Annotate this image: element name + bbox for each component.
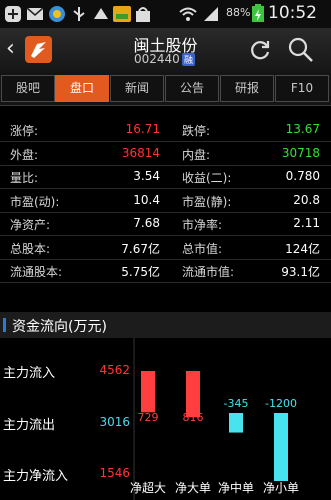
chart-value-label: 816 bbox=[183, 411, 204, 424]
shopping-bag-icon bbox=[136, 7, 150, 22]
quote-value: 93.1亿 bbox=[281, 265, 320, 279]
quote-value: 2.11 bbox=[293, 216, 320, 230]
chart-canvas: 729 净超大 816 净大单 -345 净中单 -1200 净小单 bbox=[130, 338, 299, 500]
tab-news[interactable]: 新闻 bbox=[110, 75, 164, 102]
chart-value-label: -1200 bbox=[265, 397, 297, 410]
quote-row: 总股本: 7.67亿 总市值: 124亿 bbox=[0, 236, 331, 260]
quote-row: 涨停: 16.71 跌停: 13.67 bbox=[0, 118, 331, 142]
add-icon bbox=[5, 6, 21, 22]
signal-icon bbox=[204, 7, 218, 21]
quote-value: 30718 bbox=[281, 145, 320, 160]
chart-bar bbox=[274, 413, 288, 481]
quote-label: 跌停: bbox=[182, 124, 211, 138]
battery-percent: 88% bbox=[226, 6, 251, 19]
quote-value: 3.54 bbox=[133, 169, 160, 183]
app-icon bbox=[113, 6, 131, 22]
chart-category-label: 净超大 bbox=[130, 480, 166, 495]
stock-code: 002440 bbox=[134, 52, 180, 66]
wifi-icon bbox=[179, 7, 197, 21]
quote-value: 124亿 bbox=[285, 241, 320, 256]
search-icon[interactable] bbox=[288, 37, 314, 63]
quote-label: 总股本: bbox=[10, 241, 51, 256]
quote-value: 7.68 bbox=[133, 216, 160, 230]
quote-label: 流通股本: bbox=[10, 265, 63, 279]
quote-value: 13.67 bbox=[285, 122, 320, 136]
tab-bar: 股吧 盘口 新闻 公告 研报 F10 bbox=[0, 72, 331, 106]
quote-row: 外盘: 36814 内盘: 30718 bbox=[0, 142, 331, 166]
section-marker bbox=[3, 318, 6, 332]
quote-value: 20.8 bbox=[293, 192, 320, 207]
chart-category-label: 净中单 bbox=[218, 480, 254, 495]
refresh-icon[interactable] bbox=[248, 38, 272, 62]
quote-row: 量比: 3.54 收益(二): 0.780 bbox=[0, 165, 331, 189]
stock-header: ‹ 闽土股份 002440 融 bbox=[0, 28, 331, 72]
clock: 10:52 bbox=[268, 3, 317, 23]
status-bar: 88% 10:52 bbox=[0, 0, 331, 28]
tab-f10[interactable]: F10 bbox=[275, 75, 329, 102]
tab-quote[interactable]: 盘口 bbox=[55, 75, 109, 102]
quote-label: 市净率: bbox=[182, 218, 223, 232]
quote-label: 涨停: bbox=[10, 124, 39, 138]
battery-icon bbox=[252, 4, 264, 22]
quote-row: 净资产: 7.68 市净率: 2.11 bbox=[0, 212, 331, 236]
quote-label: 净资产: bbox=[10, 218, 51, 232]
quote-value: 5.75亿 bbox=[121, 265, 160, 279]
quote-label: 外盘: bbox=[10, 147, 39, 162]
quote-row: 流通股本: 5.75亿 流通市值: 93.1亿 bbox=[0, 259, 331, 283]
chart-category-label: 净大单 bbox=[175, 481, 211, 495]
chart-category-label: 净小单 bbox=[263, 481, 299, 495]
quote-label: 市盈(动): bbox=[10, 194, 60, 209]
quote-value: 7.67亿 bbox=[121, 241, 160, 256]
chart-bar bbox=[229, 413, 243, 433]
fund-flow-header: 资金流向(万元) bbox=[0, 312, 331, 338]
margin-badge: 融 bbox=[182, 53, 196, 66]
quote-value: 10.4 bbox=[133, 192, 160, 207]
vpn-icon bbox=[94, 8, 108, 19]
tab-announcements[interactable]: 公告 bbox=[165, 75, 219, 102]
quote-row: 市盈(动): 10.4 市盈(静): 20.8 bbox=[0, 189, 331, 213]
usb-icon bbox=[73, 7, 85, 21]
section-title: 资金流向(万元) bbox=[12, 319, 107, 335]
mail-icon bbox=[26, 7, 44, 20]
quote-value: 0.780 bbox=[285, 169, 320, 183]
chart-value-label: 729 bbox=[138, 411, 159, 424]
browser-icon bbox=[49, 6, 65, 22]
chart-bar bbox=[141, 371, 155, 413]
chart-value-label: -345 bbox=[224, 397, 249, 410]
quote-label: 量比: bbox=[10, 171, 39, 185]
tab-forum[interactable]: 股吧 bbox=[1, 75, 55, 102]
quote-label: 总市值: bbox=[182, 241, 223, 256]
quote-value: 16.71 bbox=[125, 122, 160, 136]
quote-value: 36814 bbox=[121, 145, 160, 160]
quote-label: 内盘: bbox=[182, 147, 211, 162]
fund-flow-chart: 729 净超大 816 净大单 -345 净中单 -1200 净小单 bbox=[0, 338, 331, 500]
tab-research[interactable]: 研报 bbox=[220, 75, 274, 102]
